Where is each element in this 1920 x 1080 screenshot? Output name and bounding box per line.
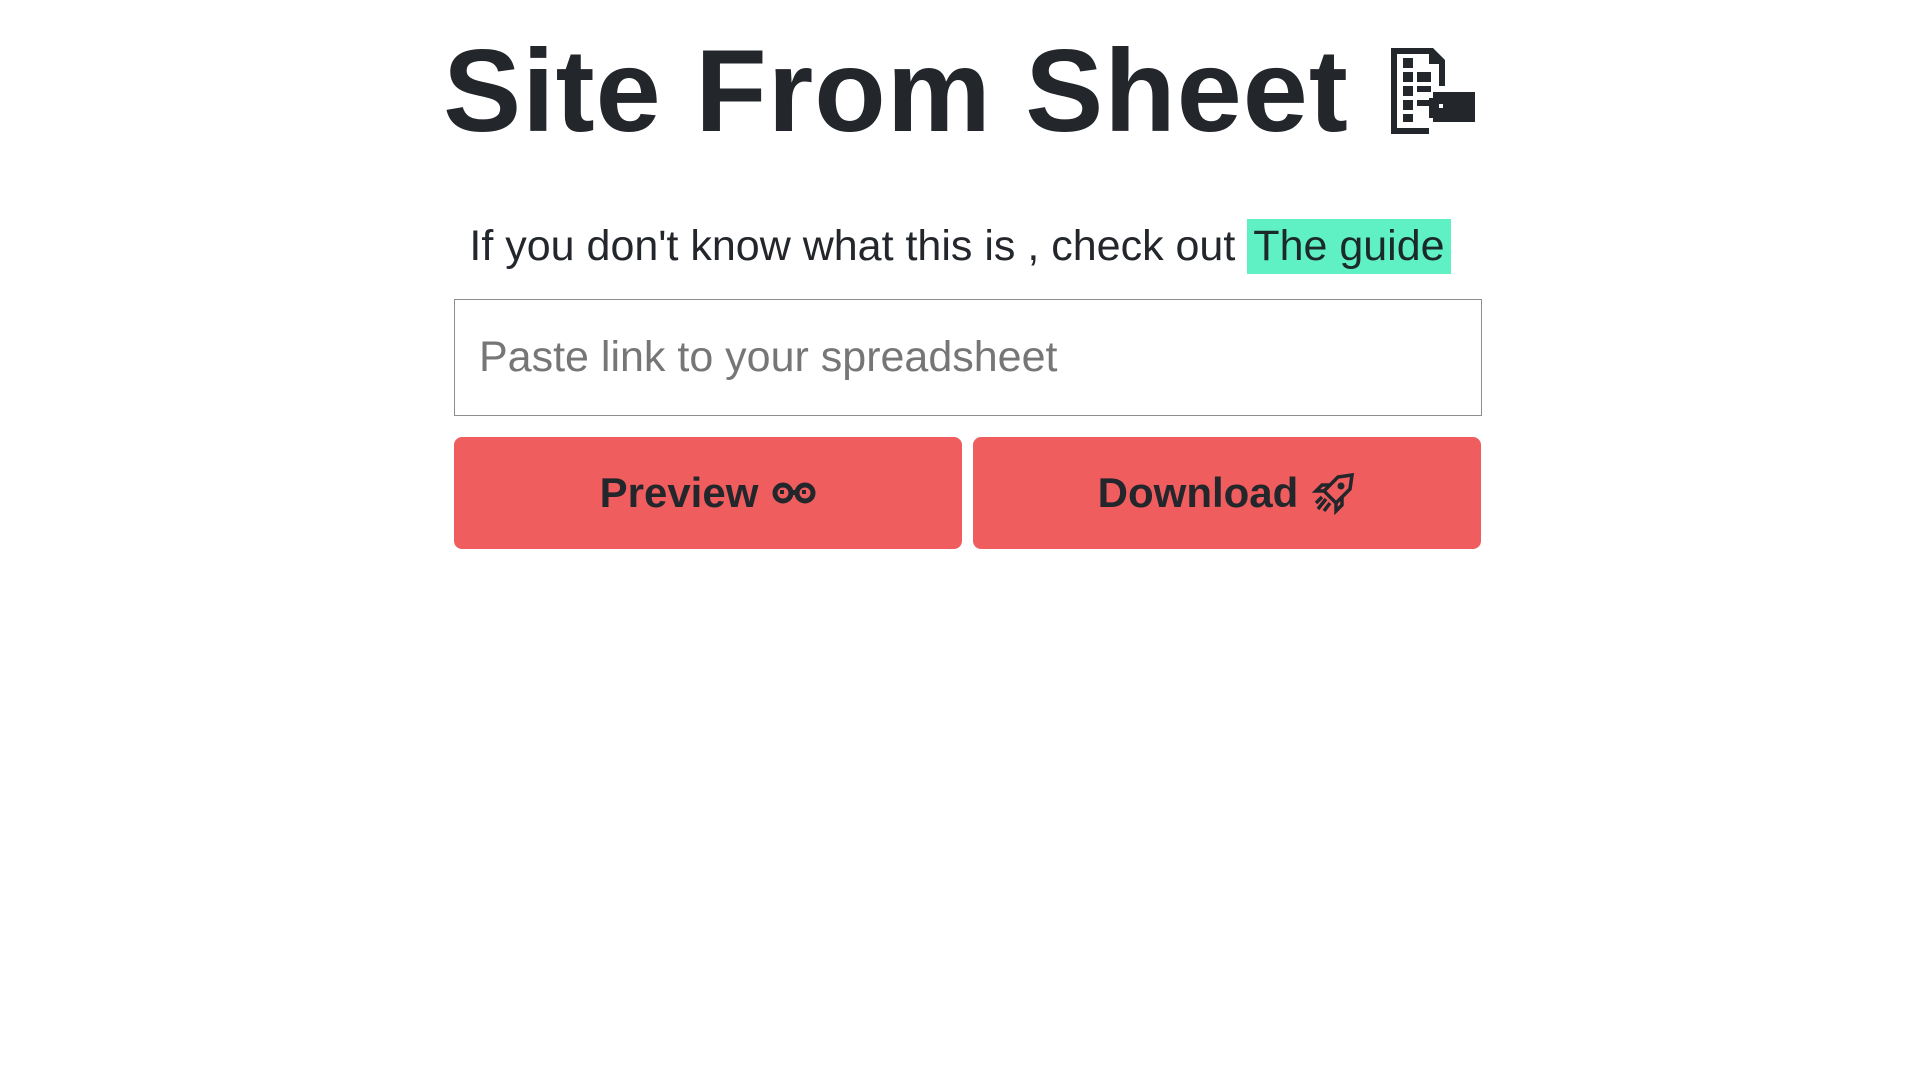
preview-button-label: Preview — [599, 469, 759, 516]
guide-link[interactable]: The guide — [1247, 218, 1451, 274]
preview-button[interactable]: Preview — [454, 437, 962, 549]
intro-text: If you don't know what this is , check o… — [469, 221, 1236, 270]
page: Site From Sheet If you don't know what t… — [0, 0, 1920, 1080]
header: Site From Sheet — [0, 20, 1920, 160]
spreadsheet-icon — [1390, 48, 1475, 134]
spreadsheet-url-input[interactable] — [454, 299, 1482, 416]
intro-line: If you don't know what this is , check o… — [0, 218, 1920, 274]
glasses-icon — [772, 482, 816, 504]
rocket-icon — [1312, 472, 1355, 515]
download-button-label: Download — [1097, 469, 1299, 516]
page-title: Site From Sheet — [443, 24, 1349, 156]
download-button[interactable]: Download — [973, 437, 1481, 549]
